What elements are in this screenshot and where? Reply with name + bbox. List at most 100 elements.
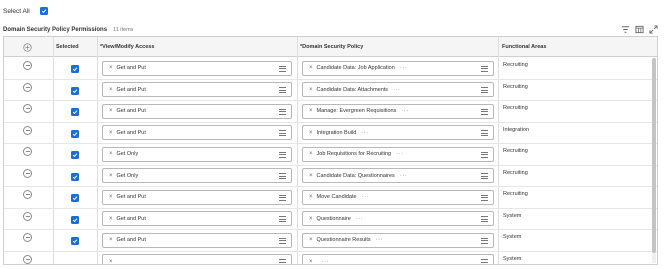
related-actions-icon[interactable]: ···	[356, 216, 364, 222]
policy-prompt[interactable]: × Job Requisitions for Recruiting ···	[302, 146, 494, 162]
access-prompt[interactable]: × Get and Put	[102, 60, 292, 76]
remove-policy-icon[interactable]: ×	[309, 108, 313, 114]
policy-prompt[interactable]: × Integration Build ···	[302, 125, 494, 140]
remove-access-icon[interactable]: ×	[109, 173, 113, 179]
prompt-menu-icon[interactable]	[481, 151, 488, 158]
remove-policy-icon[interactable]: ×	[309, 259, 313, 265]
remove-access-icon[interactable]: ×	[109, 259, 113, 265]
remove-access-icon[interactable]: ×	[109, 216, 113, 222]
access-prompt[interactable]: × Get and Put	[102, 82, 292, 97]
prompt-menu-icon[interactable]	[481, 173, 488, 179]
prompt-menu-icon[interactable]	[481, 259, 488, 264]
remove-row-button[interactable]	[23, 147, 32, 156]
remove-row-button[interactable]	[23, 82, 32, 92]
policy-prompt[interactable]: × Manage: Evergreen Requisitions ···	[302, 103, 494, 119]
vertical-scrollbar[interactable]	[652, 58, 656, 263]
remove-policy-icon[interactable]: ×	[309, 65, 313, 71]
prompt-menu-icon[interactable]	[481, 87, 488, 93]
remove-row-button[interactable]	[23, 168, 32, 178]
remove-access-icon[interactable]: ×	[109, 194, 113, 200]
access-prompt[interactable]: × Get and Put	[102, 232, 292, 248]
remove-row-button[interactable]	[23, 104, 32, 113]
remove-row-button[interactable]	[23, 125, 32, 135]
remove-policy-icon[interactable]: ×	[309, 130, 313, 136]
prompt-menu-icon[interactable]	[481, 108, 488, 115]
remove-policy-icon[interactable]: ×	[309, 216, 313, 222]
related-actions-icon[interactable]: ···	[322, 259, 330, 265]
access-prompt[interactable]: ×	[102, 254, 292, 265]
prompt-menu-icon[interactable]	[481, 216, 488, 222]
remove-access-icon[interactable]: ×	[109, 87, 113, 93]
related-actions-icon[interactable]: ···	[376, 237, 384, 243]
row-selected-checkbox[interactable]	[71, 65, 79, 73]
add-row-button[interactable]	[23, 37, 32, 57]
prompt-menu-icon[interactable]	[279, 151, 286, 158]
prompt-menu-icon[interactable]	[279, 259, 286, 264]
access-prompt[interactable]: × Get Only	[102, 146, 292, 162]
policy-prompt[interactable]: × Questionnaire Results ···	[302, 232, 494, 248]
row-selected-checkbox[interactable]	[71, 151, 79, 159]
access-prompt[interactable]: × Get and Put	[102, 189, 292, 205]
prompt-menu-icon[interactable]	[481, 194, 488, 201]
policy-value: Integration Build	[316, 129, 357, 136]
policy-prompt[interactable]: × Questionnaire ···	[302, 211, 494, 226]
remove-row-button[interactable]	[23, 190, 32, 199]
access-prompt[interactable]: × Get Only	[102, 168, 292, 183]
prompt-menu-icon[interactable]	[481, 237, 488, 244]
scrollbar-thumb[interactable]	[652, 58, 656, 253]
prompt-menu-icon[interactable]	[279, 87, 286, 93]
remove-row-button[interactable]	[23, 254, 32, 264]
row-selected-checkbox[interactable]	[71, 108, 79, 116]
prompt-menu-icon[interactable]	[279, 130, 286, 136]
row-selected-checkbox[interactable]	[71, 215, 79, 224]
remove-row-button[interactable]	[23, 233, 32, 242]
remove-row-button[interactable]	[23, 61, 32, 70]
related-actions-icon[interactable]: ···	[393, 87, 401, 93]
related-actions-icon[interactable]: ···	[401, 108, 409, 114]
policy-value: Candidate Data: Job Application	[316, 65, 395, 71]
prompt-menu-icon[interactable]	[279, 108, 286, 115]
prompt-menu-icon[interactable]	[279, 216, 286, 222]
filter-icon[interactable]	[621, 25, 630, 34]
remove-policy-icon[interactable]: ×	[309, 87, 313, 93]
remove-policy-icon[interactable]: ×	[309, 194, 313, 200]
remove-access-icon[interactable]: ×	[109, 65, 113, 71]
related-actions-icon[interactable]: ···	[361, 130, 369, 136]
remove-policy-icon[interactable]: ×	[309, 173, 313, 179]
remove-row-button[interactable]	[23, 211, 32, 221]
access-prompt[interactable]: × Get and Put	[102, 211, 292, 226]
row-selected-checkbox[interactable]	[71, 194, 79, 202]
access-prompt[interactable]: × Get and Put	[102, 125, 292, 140]
row-selected-checkbox[interactable]	[71, 86, 79, 95]
policy-prompt[interactable]: × Candidate Data: Job Application ···	[302, 60, 494, 76]
related-actions-icon[interactable]: ···	[400, 65, 408, 71]
remove-policy-icon[interactable]: ×	[309, 237, 313, 243]
prompt-menu-icon[interactable]	[481, 130, 488, 136]
remove-access-icon[interactable]: ×	[109, 108, 113, 114]
policy-prompt[interactable]: × ···	[302, 254, 494, 265]
row-selected-checkbox[interactable]	[71, 172, 79, 181]
related-actions-icon[interactable]: ···	[362, 194, 370, 200]
related-actions-icon[interactable]: ···	[400, 173, 408, 179]
policy-prompt[interactable]: × Candidate Data: Attachments ···	[302, 82, 494, 97]
prompt-menu-icon[interactable]	[279, 237, 286, 244]
columns-icon[interactable]	[635, 25, 644, 34]
remove-access-icon[interactable]: ×	[109, 130, 113, 136]
prompt-menu-icon[interactable]	[279, 173, 286, 179]
policy-prompt[interactable]: × Candidate Data: Questionnaires ···	[302, 168, 494, 183]
row-selected-checkbox[interactable]	[71, 237, 79, 245]
select-all-checkbox[interactable]	[39, 7, 48, 15]
prompt-menu-icon[interactable]	[279, 194, 286, 201]
grid-title-row: Domain Security Policy Permissions 11 it…	[3, 26, 133, 34]
row-selected-checkbox[interactable]	[71, 129, 79, 138]
expand-icon[interactable]	[649, 25, 658, 34]
remove-access-icon[interactable]: ×	[109, 151, 113, 157]
prompt-menu-icon[interactable]	[481, 65, 488, 72]
policy-prompt[interactable]: × Move Candidate ···	[302, 189, 494, 205]
access-prompt[interactable]: × Get and Put	[102, 103, 292, 119]
checkmark-icon	[41, 9, 47, 14]
related-actions-icon[interactable]: ···	[396, 151, 404, 157]
remove-access-icon[interactable]: ×	[109, 237, 113, 243]
prompt-menu-icon[interactable]	[279, 65, 286, 72]
remove-policy-icon[interactable]: ×	[309, 151, 313, 157]
